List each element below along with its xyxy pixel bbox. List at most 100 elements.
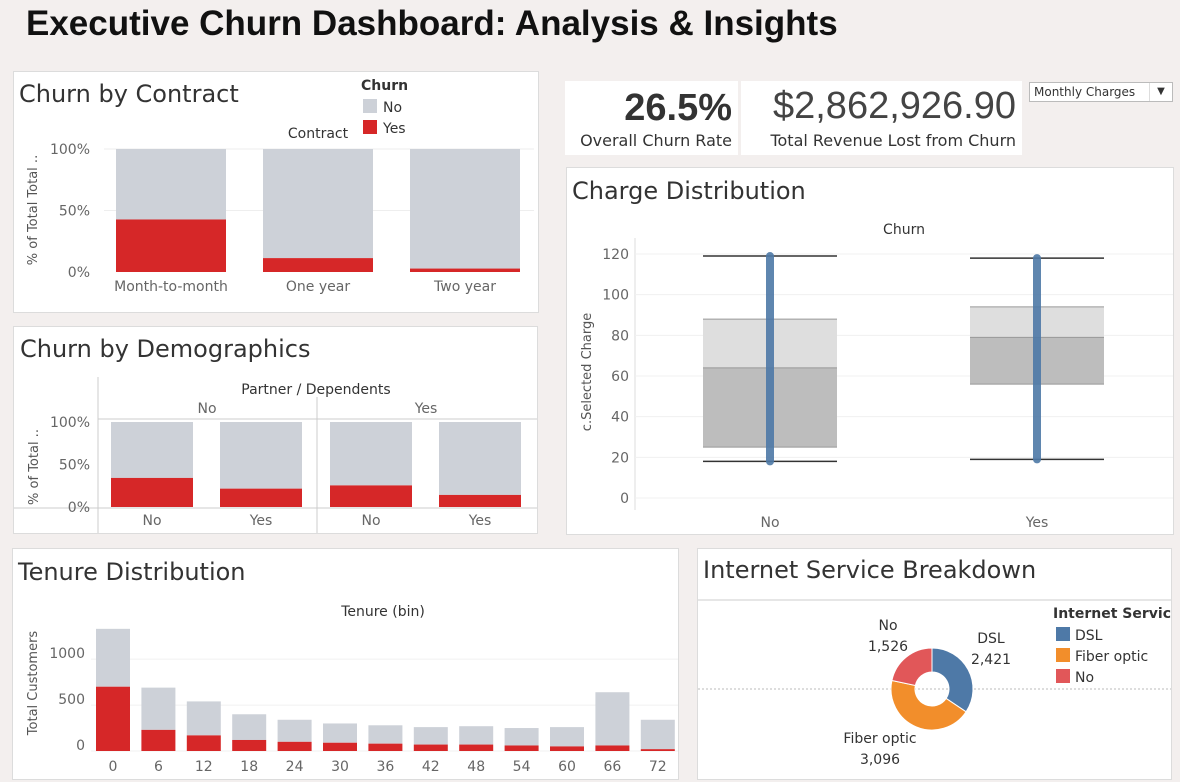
tenure-xtick: 30 <box>331 759 349 775</box>
tenure-bar-yes <box>141 729 176 751</box>
tenure-bar-no <box>459 726 494 745</box>
tenure-bar-yes <box>96 686 130 751</box>
tenure-bar-no <box>323 723 357 743</box>
contract-xtick: Two year <box>433 279 496 295</box>
pie-legend-label: Fiber optic <box>1075 649 1148 665</box>
tenure-ylabel: Total Customers <box>26 631 41 737</box>
tenure-ytick: 1000 <box>49 646 85 662</box>
charges-ytick: 100 <box>602 288 629 304</box>
tenure-bar-yes <box>232 739 267 751</box>
tenure-bar-yes <box>186 735 221 751</box>
tenure-bar-yes <box>595 745 630 751</box>
tenure-bar-yes <box>640 749 675 751</box>
pie-label-no: No <box>878 618 897 634</box>
charges-header: Churn <box>883 222 925 238</box>
contract-ylabel: % of Total Total .. <box>26 155 41 265</box>
legend-title: Churn <box>361 78 408 94</box>
demo-xtick: No <box>361 513 380 529</box>
charges-xtick: No <box>760 515 779 531</box>
tenure-bar-no <box>96 628 130 687</box>
internet-chart: DSL 2,421 Fiber optic 3,096 No 1,526 Internet … <box>698 599 1171 768</box>
chevron-down-icon[interactable]: ▼ <box>1149 83 1172 101</box>
charges-xtick: Yes <box>1025 515 1049 531</box>
demo-bar-no <box>439 422 521 495</box>
legend-label-yes: Yes <box>382 121 406 137</box>
tenure-bar-no <box>277 719 312 742</box>
tenure-bar-yes <box>504 745 539 751</box>
demo-ytick: 50% <box>59 458 90 474</box>
pie-value-no: 1,526 <box>868 639 908 655</box>
legend-label-no: No <box>383 100 402 116</box>
charges-ytick: 80 <box>611 328 629 344</box>
pie-legend-swatch <box>1056 669 1070 683</box>
charges-ytick: 20 <box>611 450 629 466</box>
kpi-churn-rate-label: Overall Churn Rate <box>580 131 732 150</box>
tenure-xtick: 18 <box>240 759 258 775</box>
tenure-xtick: 0 <box>109 759 118 775</box>
demo-ytick: 0% <box>68 500 90 516</box>
tenure-xtick: 66 <box>603 759 621 775</box>
charges-ytick: 40 <box>611 410 629 426</box>
tenure-bar-no <box>186 701 221 736</box>
tenure-xtick: 12 <box>195 759 213 775</box>
demo-header: Partner / Dependents <box>241 382 390 398</box>
charges-ytick: 60 <box>611 369 629 385</box>
kpi-churn-rate: 26.5% Overall Churn Rate <box>565 81 738 155</box>
charges-ytick: 0 <box>620 491 629 507</box>
demo-group-label: Yes <box>414 401 438 417</box>
contract-panel: Churn by Contract Churn No Yes Contract% of… <box>13 71 539 313</box>
tenure-ytick: 0 <box>76 738 85 754</box>
tenure-chart: Tenure (bin) Total Customers 0 500 1000 0 6 12 1… <box>26 604 678 775</box>
tenure-xtick: 42 <box>422 759 440 775</box>
demo-ylabel: % of Total .. <box>27 429 42 505</box>
charges-ylabel: c.Selected Charge <box>580 313 595 431</box>
demo-xtick: Yes <box>249 513 273 529</box>
demo-bar-yes <box>220 488 302 507</box>
demographics-panel: Churn by Demographics Partner / Dependen… <box>13 326 538 534</box>
contract-bar-no <box>116 149 226 220</box>
internet-panel: Internet Service Breakdown DSL 2,421 Fiber… <box>697 548 1172 780</box>
pie-legend-swatch <box>1056 648 1070 662</box>
tenure-xtick: 36 <box>376 759 394 775</box>
tenure-bar-yes <box>413 744 448 751</box>
contract-bar-yes <box>263 258 373 272</box>
tenure-bar-yes <box>459 744 494 751</box>
tenure-bar-yes <box>550 746 584 751</box>
contract-bar-no <box>263 149 373 259</box>
pie-label-fiber: Fiber optic <box>843 731 916 747</box>
kpi-revenue-lost-value: $2,862,926.90 <box>772 85 1016 127</box>
tenure-xtick: 54 <box>513 759 531 775</box>
tenure-ytick: 500 <box>58 692 85 708</box>
tenure-bar-no <box>232 714 267 740</box>
tenure-bar-no <box>550 727 584 747</box>
tenure-panel: Tenure Distribution Tenure (bin) Total Cu… <box>12 548 679 780</box>
tenure-bar-no <box>504 728 539 746</box>
demo-bar-yes <box>330 485 412 507</box>
tenure-bar-no <box>640 719 675 750</box>
contract-ytick: 100% <box>50 142 90 158</box>
kpi-churn-rate-value: 26.5% <box>624 87 732 129</box>
charge-measure-select-value: Monthly Charges <box>1034 85 1136 99</box>
charges-panel: Charge Distribution Churn c.Selected Char… <box>566 167 1174 535</box>
contract-header: Contract <box>288 126 349 142</box>
contract-bar-yes <box>116 219 226 272</box>
contract-xtick: Month-to-month <box>114 279 228 295</box>
demo-xtick: No <box>142 513 161 529</box>
contract-xtick: One year <box>286 279 350 295</box>
contract-ytick: 50% <box>59 204 90 220</box>
pie-legend-title: Internet Service <box>1053 606 1171 622</box>
charges-chart: Churn c.Selected Charge 0 20 40 60 80 100 120 No Y… <box>580 222 1173 531</box>
demo-group-label: No <box>197 401 216 417</box>
tenure-xtick: 60 <box>558 759 576 775</box>
pie-label-dsl: DSL <box>977 631 1005 647</box>
tenure-bar-yes <box>323 742 357 751</box>
page-title: Executive Churn Dashboard: Analysis & In… <box>26 4 838 43</box>
demo-bar-no <box>111 422 193 478</box>
tenure-header: Tenure (bin) <box>340 604 425 620</box>
charges-ytick: 120 <box>602 247 629 263</box>
charge-measure-select[interactable]: Monthly Charges ▼ <box>1029 82 1173 102</box>
demo-bar-no <box>220 422 302 489</box>
pie-value-fiber: 3,096 <box>860 752 900 768</box>
tenure-bar-no <box>413 727 448 745</box>
contract-ytick: 0% <box>68 265 90 281</box>
